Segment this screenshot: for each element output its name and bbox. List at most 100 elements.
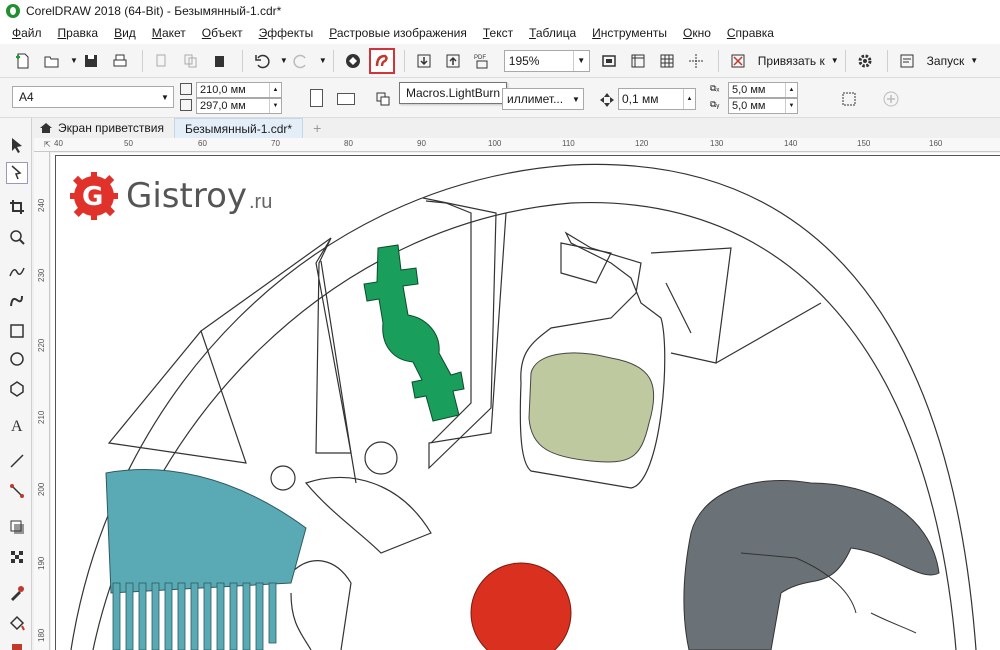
menu-object[interactable]: Объект <box>194 22 251 44</box>
horizontal-ruler: ⇱ 40 50 60 70 80 90 100 110 120 130 140 … <box>34 138 1000 152</box>
full-screen-preview-button[interactable] <box>596 48 622 74</box>
parallel-dimension-tool[interactable] <box>6 450 28 472</box>
vertical-ruler: 240 230 220 210 200 190 180 <box>34 152 50 650</box>
menu-help[interactable]: Справка <box>719 22 782 44</box>
menu-edit[interactable]: Правка <box>50 22 107 44</box>
shape-tool[interactable] <box>6 162 28 184</box>
menu-view[interactable]: Вид <box>106 22 144 44</box>
barbershop-artwork[interactable] <box>51 153 1000 650</box>
landscape-orientation-button[interactable] <box>337 93 355 105</box>
menu-text[interactable]: Текст <box>475 22 521 44</box>
add-page-button[interactable] <box>878 86 904 112</box>
show-grid-button[interactable] <box>654 48 680 74</box>
launch-label[interactable]: Запуск <box>927 54 965 68</box>
drawing-canvas[interactable] <box>51 153 1000 650</box>
copy-button[interactable] <box>178 48 204 74</box>
crop-tool[interactable] <box>6 196 28 218</box>
launch-dropdown-icon[interactable]: ▼ <box>970 56 978 65</box>
menu-bitmaps[interactable]: Растровые изображения <box>321 22 475 44</box>
spinner-icon[interactable]: ▲ <box>683 89 695 109</box>
print-icon <box>113 54 127 66</box>
freehand-tool[interactable] <box>6 260 28 282</box>
connector-tool[interactable] <box>6 480 28 502</box>
pick-tool[interactable] <box>6 134 28 156</box>
open-button[interactable] <box>39 48 65 74</box>
options-button[interactable] <box>852 48 878 74</box>
undo-icon <box>255 54 270 68</box>
spinner-icon[interactable]: ▼ <box>269 99 281 113</box>
menu-file[interactable]: Файл <box>4 22 50 44</box>
new-tab-button[interactable]: + <box>303 118 331 138</box>
menu-window[interactable]: Окно <box>675 22 719 44</box>
smart-fill-tool[interactable] <box>6 636 28 650</box>
ellipse-tool[interactable] <box>6 348 28 370</box>
separator <box>717 49 719 72</box>
page-height-field[interactable]: 297,0 мм ▼ <box>196 98 282 114</box>
import-button[interactable] <box>411 48 437 74</box>
show-rulers-button[interactable] <box>625 48 651 74</box>
menu-table[interactable]: Таблица <box>521 22 584 44</box>
ruler-tick-label: 40 <box>54 139 63 148</box>
eyedropper-tool[interactable] <box>6 582 28 604</box>
page-width-field[interactable]: 210,0 мм ▲ <box>196 82 282 98</box>
text-tool[interactable]: A <box>6 414 28 436</box>
print-button[interactable] <box>107 48 133 74</box>
units-select[interactable]: иллимет... ▼ <box>502 88 584 110</box>
export-icon <box>446 54 460 67</box>
menu-effects[interactable]: Эффекты <box>251 22 322 44</box>
publish-pdf-button[interactable]: PDF <box>469 48 495 74</box>
page-size-select[interactable]: A4 ▼ <box>12 86 174 108</box>
menu-tools[interactable]: Инструменты <box>584 22 675 44</box>
spinner-icon[interactable]: ▲ <box>269 83 281 97</box>
snap-dropdown-icon[interactable]: ▼ <box>831 56 839 65</box>
paste-button[interactable] <box>207 48 233 74</box>
undo-dropdown-icon[interactable]: ▼ <box>280 56 288 65</box>
shape-node-icon <box>11 165 22 180</box>
undo-button[interactable] <box>249 48 275 74</box>
menu-layout[interactable]: Макет <box>144 22 194 44</box>
show-guidelines-button[interactable] <box>683 48 709 74</box>
chevron-down-icon: ▼ <box>161 92 169 102</box>
all-pages-button[interactable] <box>370 86 396 112</box>
rectangle-tool[interactable] <box>6 320 28 342</box>
redo-dropdown-icon[interactable]: ▼ <box>319 56 327 65</box>
transparency-tool[interactable] <box>6 546 28 568</box>
ruler-tick-label: 50 <box>124 139 133 148</box>
snap-off-button[interactable] <box>725 48 751 74</box>
ruler-tick-label: 150 <box>857 139 871 148</box>
open-dropdown-icon[interactable]: ▼ <box>70 56 78 65</box>
fill-bucket-icon <box>9 615 25 631</box>
polygon-tool[interactable] <box>6 378 28 400</box>
polygon-icon <box>10 381 24 397</box>
portrait-orientation-button[interactable] <box>310 89 323 107</box>
zoom-level-select[interactable]: 195% ▼ <box>503 49 590 72</box>
snap-to-label[interactable]: Привязать к <box>758 54 825 68</box>
page-height-value: 297,0 мм <box>200 100 246 112</box>
duplicate-y-icon: ⧉ᵧ <box>710 99 720 109</box>
redo-icon <box>293 54 306 68</box>
redo-button[interactable] <box>288 48 314 74</box>
interactive-fill-tool[interactable] <box>6 612 28 634</box>
cut-button[interactable] <box>149 48 175 74</box>
duplicate-x-field[interactable]: 5,0 мм ▲ <box>728 82 798 98</box>
ruler-origin-icon[interactable]: ⇱ <box>44 140 51 149</box>
artistic-media-tool[interactable] <box>6 290 28 312</box>
drop-shadow-tool[interactable] <box>6 516 28 538</box>
separator <box>141 49 143 72</box>
spinner-icon[interactable]: ▲ <box>785 83 797 97</box>
tab-welcome-screen[interactable]: Экран приветствия <box>30 118 174 138</box>
corel-connect-button[interactable] <box>340 48 366 74</box>
launch-button[interactable] <box>894 48 920 74</box>
nudge-distance-field[interactable]: 0,1 мм ▲ <box>618 88 696 110</box>
treat-as-filled-button[interactable] <box>836 86 862 112</box>
spinner-icon[interactable]: ▼ <box>785 99 797 113</box>
zoom-tool[interactable] <box>6 226 28 248</box>
tab-untitled-document[interactable]: Безымянный-1.cdr* <box>174 118 304 138</box>
export-button[interactable] <box>440 48 466 74</box>
bottle-label <box>528 352 655 463</box>
duplicate-y-field[interactable]: 5,0 мм ▼ <box>728 98 798 114</box>
new-document-button[interactable] <box>10 48 36 74</box>
svg-text:A: A <box>11 418 23 434</box>
macros-lightburn-button[interactable] <box>368 47 395 74</box>
save-button[interactable] <box>78 48 104 74</box>
